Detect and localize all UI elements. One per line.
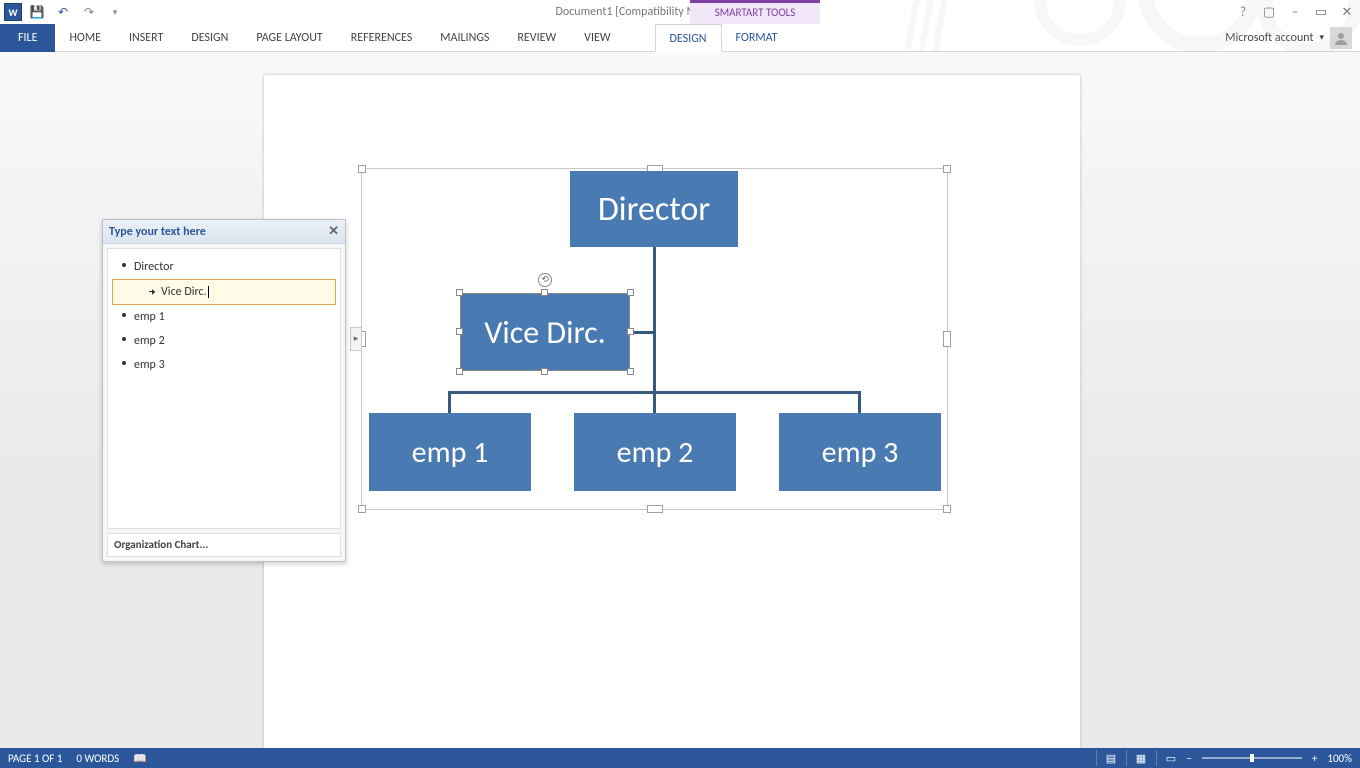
view-print-icon[interactable]: ▦ — [1126, 750, 1146, 766]
textpane-close-icon[interactable]: ✕ — [328, 224, 339, 239]
account-label[interactable]: Microsoft account — [1225, 31, 1313, 45]
view-web-icon[interactable]: ▭ — [1156, 750, 1176, 766]
close-icon[interactable]: ✕ — [1338, 5, 1356, 20]
textpane-item-text: Vice Dirc. — [161, 285, 207, 299]
title-bar: W 💾 ↶ ↷ ▾ Document1 [Compatibility Mode]… — [0, 0, 1360, 24]
textpane-item-text: Director — [134, 260, 174, 274]
rotate-handle-icon[interactable]: ⟲ — [538, 273, 552, 287]
textpane-item-editing[interactable]: Vice Dirc. — [112, 279, 336, 305]
connector — [448, 391, 451, 415]
connector — [858, 391, 861, 415]
status-words[interactable]: 0 WORDS — [76, 752, 119, 765]
account-dropdown-icon[interactable]: ▾ — [1319, 32, 1324, 43]
textpane-item-text: emp 1 — [134, 310, 165, 324]
status-bar: PAGE 1 OF 1 0 WORDS 📖 ▤ ▦ ▭ − + 100% — [0, 748, 1360, 768]
tab-smartart-format[interactable]: FORMAT — [722, 24, 792, 52]
textpane-item[interactable]: Director — [112, 255, 336, 279]
contextual-tab-label: SMARTART TOOLS — [690, 0, 820, 24]
resize-handle[interactable] — [358, 505, 366, 513]
textpane-toggle-icon[interactable]: ▸ — [350, 327, 362, 351]
document-workspace[interactable]: ▸ Director ⟲ Vice Dirc. emp 1 emp 2 emp … — [0, 52, 1360, 748]
resize-handle[interactable] — [943, 505, 951, 513]
ribbon-options-icon[interactable]: ▢ — [1260, 5, 1278, 20]
shape-handle[interactable] — [541, 368, 548, 375]
zoom-level[interactable]: 100% — [1327, 752, 1352, 765]
shape-handle[interactable] — [627, 289, 634, 296]
resize-handle[interactable] — [358, 165, 366, 173]
tab-view[interactable]: VIEW — [570, 24, 624, 52]
node-vice-selected[interactable]: ⟲ Vice Dirc. — [460, 293, 630, 371]
shape-handle[interactable] — [627, 328, 634, 335]
quick-access-toolbar: W 💾 ↶ ↷ ▾ — [0, 2, 126, 22]
node-emp2[interactable]: emp 2 — [574, 413, 736, 491]
tab-references[interactable]: REFERENCES — [337, 24, 427, 52]
smartart-frame[interactable]: ▸ Director ⟲ Vice Dirc. emp 1 emp 2 emp … — [361, 168, 948, 510]
tab-home[interactable]: HOME — [55, 24, 115, 52]
textpane-item[interactable]: emp 1 — [112, 305, 336, 329]
view-read-icon[interactable]: ▤ — [1096, 750, 1116, 766]
tab-smartart-design[interactable]: DESIGN — [655, 24, 722, 52]
textpane-header[interactable]: Type your text here ✕ — [103, 220, 345, 244]
smartart-text-pane[interactable]: Type your text here ✕ Director Vice Dirc… — [102, 219, 346, 562]
zoom-slider[interactable] — [1202, 757, 1302, 759]
node-vice[interactable]: Vice Dirc. — [460, 293, 630, 371]
zoom-out-icon[interactable]: − — [1186, 752, 1191, 765]
resize-handle[interactable] — [943, 331, 951, 347]
document-page[interactable]: ▸ Director ⟲ Vice Dirc. emp 1 emp 2 emp … — [264, 75, 1080, 748]
spellcheck-icon[interactable]: 📖 — [133, 752, 147, 765]
tab-mailings[interactable]: MAILINGS — [426, 24, 503, 52]
resize-handle[interactable] — [943, 165, 951, 173]
textpane-item-text: emp 2 — [134, 334, 165, 348]
node-emp3[interactable]: emp 3 — [779, 413, 941, 491]
resize-handle[interactable] — [647, 505, 663, 513]
textpane-item-text: emp 3 — [134, 358, 165, 372]
avatar-icon[interactable] — [1330, 27, 1352, 49]
tab-page-layout[interactable]: PAGE LAYOUT — [242, 24, 336, 52]
word-app-icon: W — [4, 3, 22, 21]
textpane-body[interactable]: Director Vice Dirc. emp 1 emp 2 emp 3 — [107, 248, 341, 529]
tab-insert[interactable]: INSERT — [115, 24, 177, 52]
node-director[interactable]: Director — [570, 171, 738, 247]
window-controls: ? ▢ – ▭ ✕ — [1234, 5, 1356, 20]
shape-handle[interactable] — [456, 289, 463, 296]
maximize-icon[interactable]: ▭ — [1312, 5, 1330, 20]
zoom-in-icon[interactable]: + — [1312, 752, 1317, 765]
node-emp1[interactable]: emp 1 — [369, 413, 531, 491]
textpane-footer[interactable]: Organization Chart... — [107, 533, 341, 557]
save-icon[interactable]: 💾 — [26, 2, 48, 22]
connector — [653, 391, 656, 415]
qat-customize-icon[interactable]: ▾ — [104, 2, 126, 22]
tab-design[interactable]: DESIGN — [177, 24, 242, 52]
textpane-item[interactable]: emp 3 — [112, 353, 336, 377]
status-page[interactable]: PAGE 1 OF 1 — [8, 752, 62, 765]
undo-icon[interactable]: ↶ — [52, 2, 74, 22]
minimize-icon[interactable]: – — [1286, 5, 1304, 20]
tab-review[interactable]: REVIEW — [503, 24, 570, 52]
help-icon[interactable]: ? — [1234, 5, 1252, 20]
shape-handle[interactable] — [456, 368, 463, 375]
shape-handle[interactable] — [627, 368, 634, 375]
tab-file[interactable]: FILE — [0, 24, 55, 52]
textpane-item[interactable]: emp 2 — [112, 329, 336, 353]
connector — [653, 243, 656, 391]
textpane-title: Type your text here — [109, 225, 206, 239]
shape-handle[interactable] — [456, 328, 463, 335]
ribbon-tabs: FILE HOME INSERT DESIGN PAGE LAYOUT REFE… — [0, 24, 1360, 52]
shape-handle[interactable] — [541, 289, 548, 296]
redo-icon[interactable]: ↷ — [78, 2, 100, 22]
